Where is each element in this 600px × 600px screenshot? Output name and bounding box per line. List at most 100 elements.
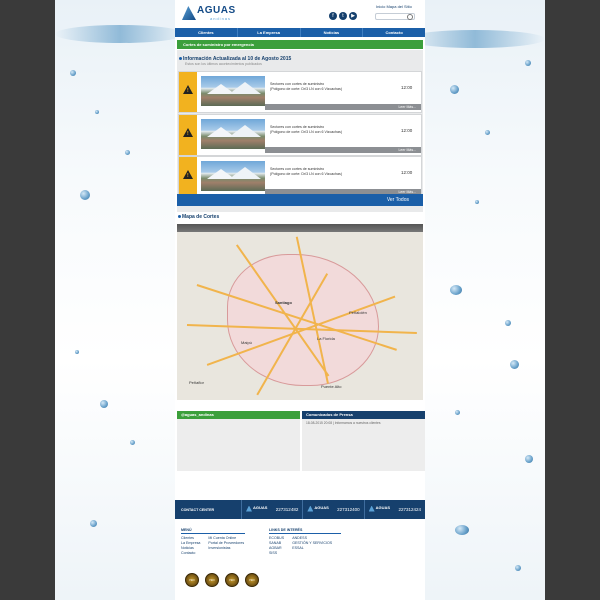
header: AGUAS andinas f t ▶ Inicio Mapa del Siti… xyxy=(175,0,425,27)
footer-link[interactable]: ESSAL xyxy=(292,546,332,551)
page-frame: AGUAS andinas f t ▶ Inicio Mapa del Siti… xyxy=(0,0,600,600)
certification-badges: ISO ISO ISO ISO xyxy=(185,573,259,587)
water-drop xyxy=(130,440,135,445)
alert-text: Sectores con cortes de suministro (Políg… xyxy=(270,82,342,92)
map-toolbar xyxy=(177,224,423,232)
alert-time: 12:00 xyxy=(401,170,413,175)
cuts-panel: Información Actualizada al 10 de Agosto … xyxy=(177,50,423,212)
footer-link[interactable]: SISS xyxy=(269,551,284,556)
contact-item[interactable]: AGUAS 227312400 xyxy=(302,500,363,519)
water-drop xyxy=(525,60,531,66)
read-more-link[interactable]: Leer Más... xyxy=(398,147,416,153)
iso-badge: ISO xyxy=(205,573,219,587)
water-drop xyxy=(90,520,97,527)
map-label-puente-alto: Puente Alto xyxy=(321,384,342,389)
water-drop xyxy=(455,410,460,415)
alert-line2: (Polígono de corte: Dr/3 LN con 6 Vizcac… xyxy=(270,172,343,176)
twitter-icon[interactable]: t xyxy=(339,12,347,20)
nav-item-clientes[interactable]: Clientes xyxy=(175,28,238,37)
alert-footer: Leer Más... xyxy=(265,104,421,110)
map-title: Mapa de Cortes xyxy=(182,214,220,220)
contact-number: 227312400 xyxy=(337,507,360,512)
brand-logo: AGUAS xyxy=(246,505,267,515)
logo-text: AGUAS xyxy=(197,5,236,16)
logo-subtext: andinas xyxy=(210,16,232,21)
city-photo xyxy=(201,119,265,149)
press-item[interactable]: 18-08-2015 20:08 | Informamos a nuestros… xyxy=(302,419,425,427)
city-photo xyxy=(201,76,265,106)
social-links: f t ▶ xyxy=(329,12,357,20)
alert-text: Sectores con cortes de suministro (Políg… xyxy=(270,125,342,135)
search-icon[interactable] xyxy=(407,14,413,20)
top-links[interactable]: Inicio Mapa del Sitio xyxy=(376,4,412,9)
footer-links-col1: ECOBUS SANAB AGBAR SISS xyxy=(269,536,284,556)
contact-center-bar: CONTACT CENTER AGUAS 227312482 AGUAS 227… xyxy=(175,500,425,519)
search-input[interactable] xyxy=(375,13,415,20)
iso-badge: ISO xyxy=(225,573,239,587)
water-drop xyxy=(100,400,108,408)
water-drop xyxy=(475,200,479,204)
alert-footer: Leer Más... xyxy=(265,147,421,153)
footer-link[interactable]: Inversionistas xyxy=(208,546,244,551)
press-box-title[interactable]: Comunicados de Prensa xyxy=(302,411,425,419)
water-drop xyxy=(450,285,462,295)
wave-decoration xyxy=(55,25,185,43)
warning-icon: ! xyxy=(179,115,197,155)
facebook-icon[interactable]: f xyxy=(329,12,337,20)
water-drop xyxy=(510,360,519,369)
alert-time: 12:00 xyxy=(401,128,413,133)
youtube-icon[interactable]: ▶ xyxy=(349,12,357,20)
water-drop xyxy=(525,455,533,463)
map-label-maipu: Maipú xyxy=(241,340,252,345)
contact-item[interactable]: AGUAS 227312482 xyxy=(241,500,302,519)
outage-map[interactable]: Santiago Maipú La Florida Puente Alto Pe… xyxy=(177,224,423,400)
water-drop xyxy=(75,350,79,354)
footer-menu-col1: Clientes La Empresa Noticias Contacto xyxy=(181,536,200,556)
alert-line2: (Polígono de corte: Dr/3 LN con 6 Vizcac… xyxy=(270,130,343,134)
map-label-santiago: Santiago xyxy=(275,300,292,305)
logo[interactable]: AGUAS andinas xyxy=(182,4,242,24)
map-pin-icon xyxy=(178,215,181,218)
footer-menu-title: MENÚ xyxy=(181,528,245,534)
read-more-link[interactable]: Leer Más... xyxy=(398,104,416,110)
cuts-section-title: Cortes de suministro por emergencia xyxy=(177,40,423,49)
alert-card[interactable]: ! Sectores con cortes de suministro (Pol… xyxy=(178,114,422,156)
water-drop xyxy=(485,130,490,135)
water-drop xyxy=(80,190,90,200)
footer-links-title: LINKS DE INTERÉS xyxy=(269,528,341,534)
footer-links: LINKS DE INTERÉS ECOBUS SANAB AGBAR SISS… xyxy=(269,528,341,556)
alert-card[interactable]: ! Sectores con cortes de suministro (Pol… xyxy=(178,156,422,198)
water-drop xyxy=(505,320,511,326)
city-photo xyxy=(201,161,265,191)
brand-logo: AGUAS xyxy=(307,505,329,515)
view-all-button[interactable]: Ver Todos xyxy=(177,194,423,206)
alert-card[interactable]: ! Sectores con cortes de suministro (Pol… xyxy=(178,71,422,113)
contact-item[interactable]: AGUAS 227312424 xyxy=(363,500,425,519)
water-drop xyxy=(455,525,469,535)
footer-links-col2: ANDESS GESTIÓN Y SERVICIOS ESSAL xyxy=(292,536,332,556)
water-drop xyxy=(450,85,459,94)
footer-link[interactable]: Contacto xyxy=(181,551,200,556)
warning-icon: ! xyxy=(179,72,197,112)
alert-time: 12:00 xyxy=(401,85,413,90)
contact-number: 227312482 xyxy=(275,507,299,512)
water-drop xyxy=(515,565,521,571)
iso-badge: ISO xyxy=(245,573,259,587)
warning-icon: ! xyxy=(179,157,197,197)
map-label-la-florida: La Florida xyxy=(317,336,335,341)
nav-item-empresa[interactable]: La Empresa xyxy=(238,28,301,37)
map-label-penalolen: Peñalolén xyxy=(349,310,367,315)
cuts-header-subtitle: Estos son los últimos acontecimientos pu… xyxy=(185,62,262,66)
press-box: Comunicados de Prensa 18-08-2015 20:08 |… xyxy=(302,411,425,471)
nav-item-noticias[interactable]: Noticias xyxy=(301,28,364,37)
nav-item-contacto[interactable]: Contacto xyxy=(363,28,425,37)
contact-center-label: CONTACT CENTER xyxy=(181,507,215,512)
main-page: AGUAS andinas f t ▶ Inicio Mapa del Siti… xyxy=(175,0,425,600)
twitter-box-title[interactable]: @aguas_andinas xyxy=(177,411,300,419)
twitter-box: @aguas_andinas xyxy=(177,411,300,471)
footer-menu: MENÚ Clientes La Empresa Noticias Contac… xyxy=(181,528,245,556)
wave-decoration xyxy=(405,30,545,48)
footer-menu-col2: Mi Cuenta Online Portal de Proveedores I… xyxy=(208,536,244,556)
main-nav: Clientes La Empresa Noticias Contacto xyxy=(175,28,425,37)
water-drop xyxy=(125,150,130,155)
